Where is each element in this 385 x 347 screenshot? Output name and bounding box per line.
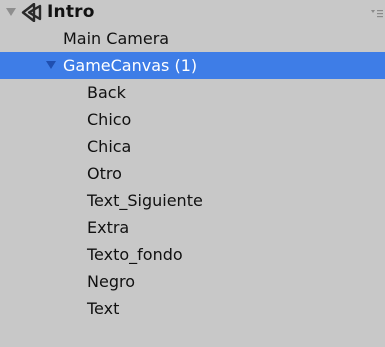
hierarchy-item-extra[interactable]: Extra [0, 214, 385, 241]
scene-name: Intro [47, 2, 95, 22]
hierarchy-panel: Intro Main Camera GameCanvas (1) Back Ch… [0, 0, 385, 347]
hierarchy-item-label: Chico [87, 110, 132, 129]
hierarchy-item-label: Texto_fondo [87, 245, 183, 264]
hierarchy-item-label: Otro [87, 164, 122, 183]
expand-arrow-icon[interactable] [44, 52, 58, 79]
hierarchy-item-label: Negro [87, 272, 135, 291]
hierarchy-item-label: GameCanvas (1) [63, 56, 198, 75]
scene-row-intro[interactable]: Intro [0, 0, 385, 25]
hierarchy-item-label: Text_Siguiente [87, 191, 203, 210]
context-menu-icon[interactable] [371, 0, 385, 25]
hierarchy-item-texto-fondo[interactable]: Texto_fondo [0, 241, 385, 268]
hierarchy-item-negro[interactable]: Negro [0, 268, 385, 295]
hierarchy-item-chica[interactable]: Chica [0, 133, 385, 160]
hierarchy-item-gamecanvas[interactable]: GameCanvas (1) [0, 52, 385, 79]
hierarchy-item-main-camera[interactable]: Main Camera [0, 25, 385, 52]
hierarchy-item-label: Chica [87, 137, 132, 156]
hierarchy-item-text[interactable]: Text [0, 295, 385, 322]
hierarchy-item-label: Text [87, 299, 120, 318]
hierarchy-item-label: Extra [87, 218, 130, 237]
hierarchy-item-label: Main Camera [63, 29, 170, 48]
hierarchy-item-back[interactable]: Back [0, 79, 385, 106]
hierarchy-item-chico[interactable]: Chico [0, 106, 385, 133]
hierarchy-item-otro[interactable]: Otro [0, 160, 385, 187]
hierarchy-item-label: Back [87, 83, 126, 102]
scene-collapse-arrow-icon[interactable] [4, 0, 18, 25]
hierarchy-item-text-siguiente[interactable]: Text_Siguiente [0, 187, 385, 214]
unity-scene-icon [21, 2, 43, 23]
